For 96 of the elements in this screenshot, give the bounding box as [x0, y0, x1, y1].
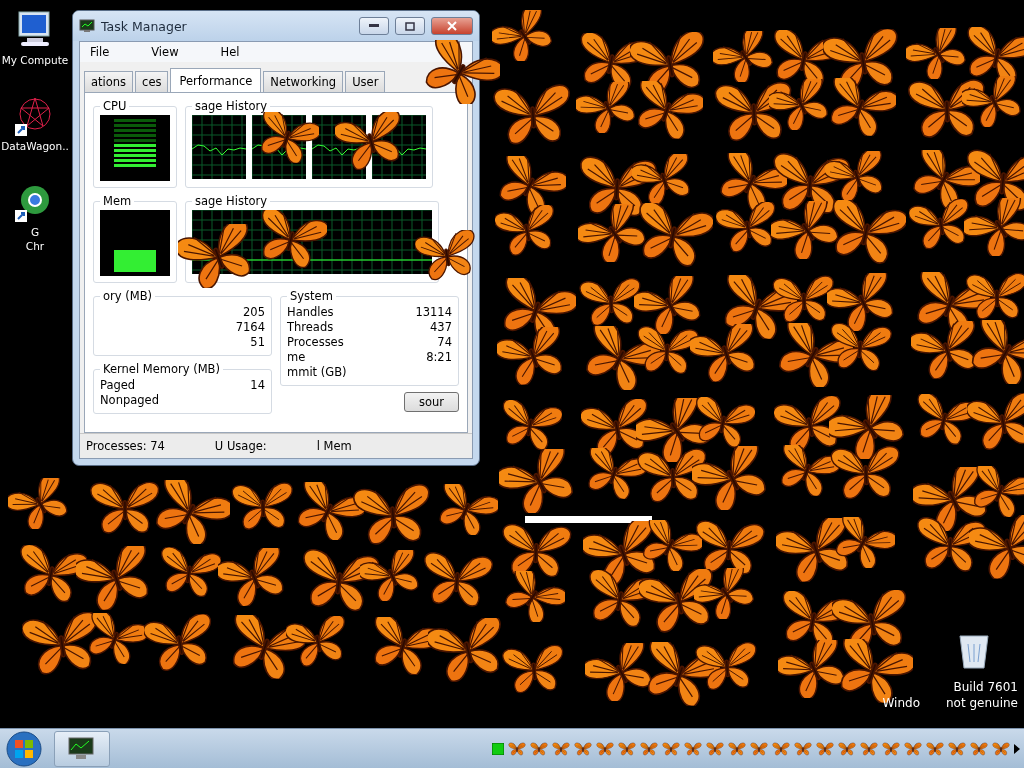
- taskbar-button[interactable]: [54, 730, 110, 767]
- butterfly-icon[interactable]: [772, 741, 790, 756]
- stat-label: Handles: [287, 305, 334, 319]
- butterfly-icon[interactable]: [706, 741, 724, 756]
- butterfly-icon[interactable]: [618, 741, 636, 756]
- stat-value: 74: [437, 335, 452, 349]
- icon-label[interactable]: G: [30, 226, 40, 238]
- stat-label: me: [287, 350, 306, 364]
- group-title: ory (MB): [102, 289, 153, 303]
- genuine-notice-text: not genuine: [946, 696, 1018, 710]
- tab[interactable]: Performance: [170, 68, 262, 93]
- usage-graph: [192, 115, 246, 179]
- group-title: Mem: [102, 194, 133, 208]
- butterfly-icon[interactable]: [904, 741, 922, 756]
- butterfly-drawing: [502, 644, 566, 695]
- stat-label: Paged: [100, 378, 136, 392]
- butterfly-icon[interactable]: [640, 741, 658, 756]
- tray-icon[interactable]: [492, 742, 504, 755]
- memory-value: 205: [243, 305, 265, 319]
- butterfly-drawing: [967, 393, 1024, 451]
- butterfly-icon[interactable]: [838, 741, 856, 756]
- butterfly-drawing: [231, 481, 295, 532]
- genuine-notice-text: Windo: [882, 696, 920, 710]
- stat-label: Processes: [287, 335, 344, 349]
- butterfly-icon[interactable]: [860, 741, 878, 756]
- butterfly-icon[interactable]: [728, 741, 746, 756]
- group-title: Kernel Memory (MB): [102, 362, 221, 376]
- menu-item[interactable]: View: [149, 45, 181, 59]
- butterfly-drawing: [830, 444, 902, 502]
- icon-label[interactable]: Chr: [25, 240, 45, 252]
- maximize-icon: [405, 21, 415, 31]
- group-title: sage History: [194, 194, 268, 208]
- butterfly-icon[interactable]: [574, 741, 592, 756]
- butterfly-icon[interactable]: [794, 741, 812, 756]
- stat-value: 8:21: [426, 350, 452, 364]
- menu-item[interactable]: File: [88, 45, 112, 59]
- minimize-icon: [369, 24, 379, 28]
- butterfly-icon[interactable]: [662, 741, 680, 756]
- memory-meter: [100, 210, 170, 276]
- status-text: l Mem: [316, 439, 352, 453]
- tab[interactable]: ations: [84, 71, 134, 92]
- icon-label[interactable]: DataWagon..: [1, 140, 69, 152]
- cpu-meter: [100, 115, 170, 181]
- stat-label: Nonpaged: [100, 393, 159, 407]
- stat-value: 14: [250, 378, 265, 392]
- status-text: U Usage:: [214, 439, 267, 453]
- tab[interactable]: ces: [135, 71, 169, 92]
- butterfly-drawing: [962, 76, 1024, 127]
- scroll-arrow-icon[interactable]: [1014, 743, 1020, 754]
- butterfly-icon[interactable]: [684, 741, 702, 756]
- tab[interactable]: User: [345, 71, 386, 92]
- butterfly-drawing: [89, 479, 161, 537]
- build-text: Build 7601: [953, 680, 1018, 694]
- butterfly-icon[interactable]: [750, 741, 768, 756]
- butterfly-icon[interactable]: [530, 741, 548, 756]
- stat-label: Threads: [287, 320, 334, 334]
- start-button[interactable]: [4, 728, 44, 768]
- memory-value: 7164: [235, 320, 265, 334]
- window-title: Task Manager: [101, 18, 188, 34]
- stat-label: mmit (GB): [287, 365, 347, 379]
- butterfly-drawing: [635, 325, 699, 376]
- icon-label[interactable]: My Compute: [1, 54, 69, 66]
- butterfly-drawing: [500, 522, 572, 580]
- butterfly-icon[interactable]: [882, 741, 900, 756]
- butterfly-drawing: [579, 277, 643, 328]
- stat-value: 437: [430, 320, 452, 334]
- memory-value: 51: [250, 335, 265, 349]
- butterfly-drawing: [772, 274, 836, 325]
- butterfly-icon[interactable]: [926, 741, 944, 756]
- monitor-icon: [67, 735, 97, 762]
- butterfly-icon[interactable]: [816, 741, 834, 756]
- group-title: sage History: [194, 99, 268, 113]
- resource-monitor-button[interactable]: sour: [403, 392, 459, 412]
- butterfly-icon[interactable]: [948, 741, 966, 756]
- maximize-button[interactable]: [395, 17, 425, 35]
- monitor-icon: [79, 19, 95, 33]
- group-title: System: [289, 289, 334, 303]
- close-icon: [447, 21, 457, 31]
- butterfly-drawing: [693, 519, 765, 577]
- butterfly-drawing: [965, 271, 1024, 322]
- close-button[interactable]: [431, 17, 473, 35]
- butterfly-drawing: [695, 641, 759, 692]
- butterfly-drawing: [964, 198, 1024, 256]
- butterfly-icon[interactable]: [992, 741, 1010, 756]
- menu-item[interactable]: Hel: [218, 45, 242, 59]
- butterfly-icon[interactable]: [970, 741, 988, 756]
- butterfly-icon[interactable]: [552, 741, 570, 756]
- minimize-button[interactable]: [359, 17, 389, 35]
- tab[interactable]: Networking: [263, 71, 344, 92]
- stat-value: 13114: [415, 305, 452, 319]
- butterfly-icon[interactable]: [508, 741, 526, 756]
- butterfly-drawing: [828, 322, 892, 373]
- status-text: Processes: 74: [86, 439, 165, 453]
- butterfly-drawing: [421, 551, 493, 609]
- group-title: CPU: [102, 99, 128, 113]
- butterfly-icon[interactable]: [596, 741, 614, 756]
